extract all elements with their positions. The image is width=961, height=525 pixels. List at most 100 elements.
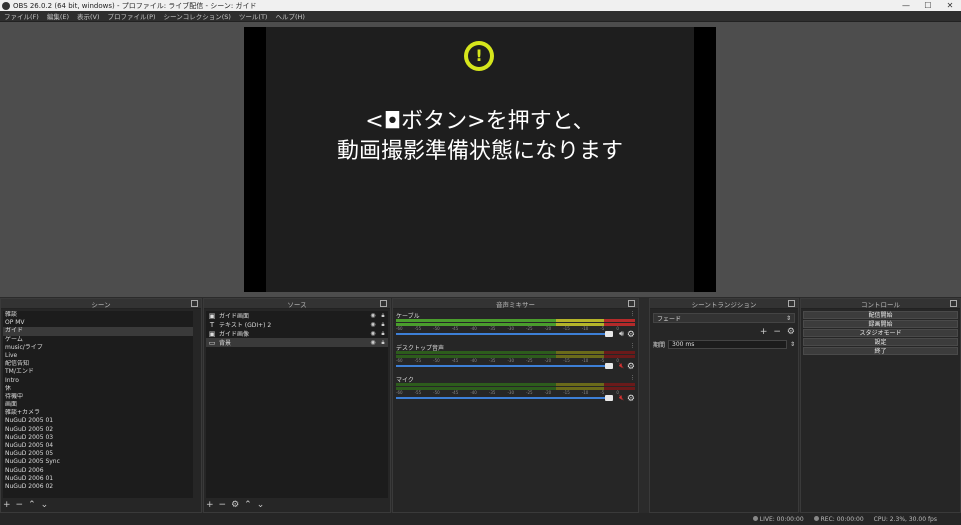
settings-button[interactable]: 設定 bbox=[803, 338, 958, 346]
scenes-dock-title: シーン ⧉ bbox=[1, 299, 201, 309]
scene-item[interactable]: 画面 bbox=[3, 401, 193, 409]
lock-icon[interactable]: 🔒︎ bbox=[378, 312, 388, 320]
float-icon[interactable]: ⧉ bbox=[950, 300, 957, 307]
slider-handle[interactable] bbox=[605, 395, 613, 401]
float-icon[interactable]: ⧉ bbox=[380, 300, 387, 307]
move-up-icon[interactable]: ⌃ bbox=[28, 500, 36, 510]
source-item[interactable]: ▭ 背景 ◉ 🔒︎ bbox=[206, 338, 388, 347]
scene-item[interactable]: ガイド bbox=[3, 327, 193, 336]
visibility-eye-icon[interactable]: ◉ bbox=[368, 339, 378, 346]
menu-tools[interactable]: ツール(T) bbox=[235, 11, 272, 21]
source-item[interactable]: ▣ ガイド画像 ◉ 🔒︎ bbox=[206, 329, 388, 339]
slider-handle[interactable] bbox=[605, 363, 613, 369]
scene-item[interactable]: 休 bbox=[3, 385, 193, 393]
scenes-toolbar: + − ⌃ ⌄ bbox=[3, 499, 48, 511]
volume-slider[interactable] bbox=[396, 331, 613, 337]
scene-item[interactable]: TM/エンド bbox=[3, 368, 193, 376]
warning-icon: ! bbox=[464, 41, 494, 71]
scene-item[interactable]: NuGuD 2005 01 bbox=[3, 417, 193, 425]
scene-item[interactable]: NuGuD 2005 03 bbox=[3, 434, 193, 442]
scene-item[interactable]: 配信告知 bbox=[3, 360, 193, 368]
volume-meter bbox=[396, 383, 635, 386]
spinner-icon[interactable]: ⇕ bbox=[790, 341, 795, 348]
lock-icon[interactable]: 🔒︎ bbox=[378, 339, 388, 347]
menu-help[interactable]: ヘルプ(H) bbox=[271, 11, 308, 21]
scene-item[interactable]: Intro bbox=[3, 377, 193, 385]
text-icon: T bbox=[209, 320, 215, 329]
scene-item[interactable]: Live bbox=[3, 352, 193, 360]
preview-area[interactable]: ! <◘ボタン>を押すと、 動画撮影準備状態になります bbox=[0, 22, 961, 297]
visibility-eye-icon[interactable]: ◉ bbox=[368, 321, 378, 328]
start-streaming-button[interactable]: 配信開始 bbox=[803, 311, 958, 319]
volume-meter bbox=[396, 387, 635, 390]
studio-mode-button[interactable]: スタジオモード bbox=[803, 329, 958, 337]
volume-meter bbox=[396, 355, 635, 358]
scene-item[interactable]: NuGuD 2005 02 bbox=[3, 426, 193, 434]
gear-icon[interactable]: ⚙ bbox=[627, 362, 635, 372]
move-down-icon[interactable]: ⌄ bbox=[257, 500, 265, 510]
duration-label: 期間 bbox=[653, 342, 666, 349]
gear-icon[interactable]: ⚙ bbox=[231, 500, 239, 510]
channel-menu-icon[interactable]: ⋮ bbox=[630, 311, 635, 317]
close-icon[interactable]: ✕ bbox=[939, 1, 961, 10]
gear-icon[interactable]: ⚙ bbox=[787, 327, 795, 337]
menu-scene-collection[interactable]: シーンコレクション(S) bbox=[160, 11, 235, 21]
scene-item[interactable]: 雑談+カメラ bbox=[3, 409, 193, 417]
sources-dock: ソース ⧉ ▣ガイド画面◉🔒︎Tテキスト (GDI+) 2◉🔒︎▣ガイド画像◉🔒… bbox=[203, 298, 391, 513]
speaker-muted-icon[interactable]: 🔇︎ bbox=[619, 361, 624, 371]
scene-item[interactable]: NuGuD 2006 02 bbox=[3, 483, 193, 491]
preview-canvas[interactable]: ! <◘ボタン>を押すと、 動画撮影準備状態になります bbox=[244, 27, 716, 292]
speaker-muted-icon[interactable]: 🔇︎ bbox=[619, 393, 624, 403]
scene-item[interactable]: ゲーム bbox=[3, 336, 193, 344]
add-icon[interactable]: + bbox=[206, 500, 214, 510]
slider-handle[interactable] bbox=[605, 331, 613, 337]
transition-select[interactable]: フェード ⇕ bbox=[653, 313, 795, 323]
duration-row: 期間 300 ms ⇕ bbox=[653, 340, 795, 349]
remove-icon[interactable]: − bbox=[16, 500, 24, 510]
lock-icon[interactable]: 🔒︎ bbox=[378, 330, 388, 338]
scene-list[interactable]: 雑談 OP MV ガイド ゲーム music/ライブ Live 配信告知 TM/エンド Intr… bbox=[3, 311, 193, 498]
visibility-eye-icon[interactable]: ◉ bbox=[368, 312, 378, 319]
volume-slider[interactable] bbox=[396, 395, 613, 401]
scene-item[interactable]: 待機中 bbox=[3, 393, 193, 401]
remove-icon[interactable]: − bbox=[773, 327, 781, 337]
float-icon[interactable]: ⧉ bbox=[788, 300, 795, 307]
menu-view[interactable]: 表示(V) bbox=[73, 11, 104, 21]
channel-menu-icon[interactable]: ⋮ bbox=[630, 343, 635, 349]
float-icon[interactable]: ⧉ bbox=[628, 300, 635, 307]
minimize-icon[interactable]: — bbox=[895, 1, 917, 10]
remove-icon[interactable]: − bbox=[219, 500, 227, 510]
scene-item[interactable]: NuGuD 2005 04 bbox=[3, 442, 193, 450]
channel-menu-icon[interactable]: ⋮ bbox=[630, 375, 635, 381]
scene-item[interactable]: music/ライブ bbox=[3, 344, 193, 352]
scene-item[interactable]: OP MV bbox=[3, 319, 193, 327]
gear-icon[interactable]: ⚙ bbox=[627, 330, 635, 340]
scene-item[interactable]: NuGuD 2006 01 bbox=[3, 475, 193, 483]
float-icon[interactable]: ⧉ bbox=[191, 300, 198, 307]
preview-message-line-2: 動画撮影準備状態になります bbox=[336, 139, 623, 164]
speaker-icon[interactable]: 🔊︎ bbox=[619, 329, 624, 339]
move-down-icon[interactable]: ⌄ bbox=[41, 500, 49, 510]
source-item[interactable]: ▣ ガイド画面 ◉ 🔒︎ bbox=[206, 311, 388, 321]
source-list[interactable]: ▣ ガイド画面 ◉ 🔒︎ T テキスト (GDI+) 2 ◉ 🔒︎ ▣ ガイド画像 ◉ 🔒︎ ▭ 背景 ◉ 🔒… bbox=[206, 311, 388, 498]
menu-edit[interactable]: 編集(E) bbox=[43, 11, 73, 21]
scene-item[interactable]: 雑談 bbox=[3, 311, 193, 319]
menu-profile[interactable]: プロファイル(P) bbox=[104, 11, 160, 21]
add-icon[interactable]: + bbox=[3, 500, 11, 510]
volume-slider[interactable] bbox=[396, 363, 613, 369]
gear-icon[interactable]: ⚙ bbox=[627, 394, 635, 404]
duration-input[interactable]: 300 ms bbox=[668, 340, 787, 349]
visibility-eye-icon[interactable]: ◉ bbox=[368, 330, 378, 337]
scene-item[interactable]: NuGuD 2005 Sync bbox=[3, 458, 193, 466]
lock-icon[interactable]: 🔒︎ bbox=[378, 321, 388, 329]
maximize-icon[interactable]: ☐ bbox=[917, 1, 939, 10]
live-time: LIVE: 00:00:00 bbox=[759, 515, 804, 523]
add-icon[interactable]: + bbox=[760, 327, 768, 337]
start-recording-button[interactable]: 録画開始 bbox=[803, 320, 958, 328]
scene-item[interactable]: NuGuD 2005 05 bbox=[3, 450, 193, 458]
move-up-icon[interactable]: ⌃ bbox=[244, 500, 252, 510]
source-item[interactable]: T テキスト (GDI+) 2 ◉ 🔒︎ bbox=[206, 320, 388, 330]
scene-item[interactable]: NuGuD 2006 bbox=[3, 467, 193, 475]
menu-file[interactable]: ファイル(F) bbox=[0, 11, 43, 21]
exit-button[interactable]: 終了 bbox=[803, 347, 958, 355]
